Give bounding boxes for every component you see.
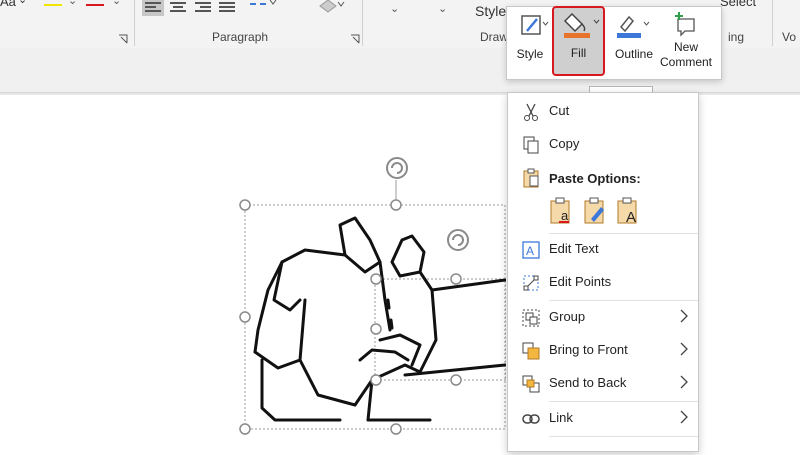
menu-item-label: Bring to Front xyxy=(549,342,628,357)
menu-item-label: Link xyxy=(549,410,573,425)
new-comment-label-line2: Comment xyxy=(659,55,712,69)
menu-item-label: Edit Points xyxy=(549,274,612,289)
align-right-button[interactable] xyxy=(192,0,214,16)
rotate-handle-icon[interactable] xyxy=(386,157,408,179)
resize-handle[interactable] xyxy=(239,311,251,323)
resize-handle[interactable] xyxy=(239,199,251,211)
font-dialog-launcher-icon[interactable] xyxy=(118,31,128,44)
menu-item-edit-points[interactable]: Edit Points xyxy=(508,269,698,297)
chevron-down-icon[interactable]: ⌄ xyxy=(438,2,447,15)
chevron-down-icon[interactable]: ⌄ xyxy=(390,2,399,15)
font-size-partial: Aa xyxy=(0,0,16,9)
shape-fill-button[interactable]: Fill xyxy=(552,6,605,76)
paste-text-only-icon[interactable]: A xyxy=(616,197,640,225)
menu-divider xyxy=(549,300,698,301)
resize-handle[interactable] xyxy=(390,199,402,211)
style-label: Style xyxy=(516,47,544,61)
scissors-icon xyxy=(524,103,538,121)
menu-item-label: Cut xyxy=(549,103,570,118)
highlight-color-button[interactable] xyxy=(40,0,68,14)
shape-style-icon xyxy=(521,15,549,35)
context-menu: Cut Copy Paste Options: a A A Edit Text … xyxy=(507,92,699,452)
outline-label: Outline xyxy=(614,47,654,61)
chevron-right-icon xyxy=(680,410,688,424)
menu-item-link[interactable]: Link xyxy=(508,405,698,433)
svg-text:A: A xyxy=(526,244,534,258)
line-spacing-button[interactable] xyxy=(248,0,280,14)
send-to-back-icon xyxy=(522,375,540,393)
draw-group-label: Draw xyxy=(480,30,509,44)
ribbon-divider xyxy=(134,0,135,46)
voice-group-label: Vo xyxy=(782,30,797,44)
font-color-button[interactable] xyxy=(82,0,110,14)
menu-item-label: Edit Text xyxy=(549,241,599,256)
edit-points-icon xyxy=(523,275,539,291)
fill-label: Fill xyxy=(570,46,587,60)
paragraph-dialog-launcher-icon[interactable] xyxy=(350,31,360,44)
menu-divider xyxy=(549,233,698,234)
menu-item-label: Group xyxy=(549,309,586,324)
highlight-color-swatch xyxy=(44,4,62,6)
chevron-down-icon[interactable]: ⌄ xyxy=(18,0,27,6)
person-laptop-illustration xyxy=(253,216,507,422)
chevron-right-icon xyxy=(680,309,688,323)
resize-handle[interactable] xyxy=(390,423,402,435)
clipboard-icon xyxy=(523,168,539,188)
new-comment-icon xyxy=(675,12,695,37)
align-left-button[interactable] xyxy=(142,0,164,16)
new-comment-button[interactable]: New Comment xyxy=(655,7,717,79)
resize-handle[interactable] xyxy=(370,323,382,335)
menu-divider xyxy=(549,436,698,437)
svg-text:a: a xyxy=(561,208,569,223)
shape-outline-icon xyxy=(617,15,650,38)
selected-drawing[interactable] xyxy=(0,95,507,450)
bring-to-front-icon xyxy=(522,342,540,360)
align-center-button[interactable] xyxy=(167,0,189,16)
menu-item-label: Copy xyxy=(549,136,580,151)
edit-text-icon: A xyxy=(522,241,540,259)
paragraph-group-label: Paragraph xyxy=(212,30,269,44)
font-color-swatch xyxy=(86,4,104,6)
resize-handle[interactable] xyxy=(450,374,462,386)
chevron-right-icon xyxy=(680,375,688,389)
ribbon-divider xyxy=(362,0,363,46)
document-canvas[interactable] xyxy=(0,95,507,450)
paste-options-label: Paste Options: xyxy=(549,171,641,186)
paste-keep-formatting-icon[interactable]: a xyxy=(549,197,573,225)
link-icon xyxy=(522,414,540,424)
resize-handle[interactable] xyxy=(370,374,382,386)
shape-format-mini-toolbar: Style Outline New Comment xyxy=(506,6,722,80)
menu-item-bring-to-front[interactable]: Bring to Front xyxy=(508,337,698,365)
menu-item-group[interactable]: Group xyxy=(508,304,698,332)
group-icon xyxy=(522,309,540,327)
rotate-handle-icon[interactable] xyxy=(447,229,469,251)
resize-handle[interactable] xyxy=(370,273,382,285)
shading-button[interactable] xyxy=(318,0,348,16)
paste-merge-formatting-icon[interactable] xyxy=(583,197,607,225)
editing-group-label: ing xyxy=(728,30,745,44)
shape-style-button[interactable]: Style xyxy=(507,7,553,79)
new-comment-label-line1: New xyxy=(673,40,698,54)
shape-outline-button[interactable]: Outline xyxy=(607,7,661,79)
select-button[interactable]: Select xyxy=(720,0,756,9)
menu-item-send-to-back[interactable]: Send to Back xyxy=(508,370,698,398)
menu-divider xyxy=(549,401,698,402)
chevron-down-icon[interactable]: ⌄ xyxy=(112,0,121,7)
chevron-down-icon[interactable]: ⌄ xyxy=(68,0,77,7)
copy-icon xyxy=(523,136,539,154)
resize-handle[interactable] xyxy=(450,273,462,285)
chevron-right-icon xyxy=(680,342,688,356)
paint-bucket-icon xyxy=(563,12,600,38)
menu-item-copy[interactable]: Copy xyxy=(508,131,698,159)
menu-item-cut[interactable]: Cut xyxy=(508,98,698,126)
resize-handle[interactable] xyxy=(239,423,251,435)
menu-item-label: Send to Back xyxy=(549,375,627,390)
svg-text:A: A xyxy=(626,209,636,225)
ribbon-divider xyxy=(772,0,773,46)
justify-button[interactable] xyxy=(216,0,238,16)
menu-item-edit-text[interactable]: A Edit Text xyxy=(508,236,698,264)
